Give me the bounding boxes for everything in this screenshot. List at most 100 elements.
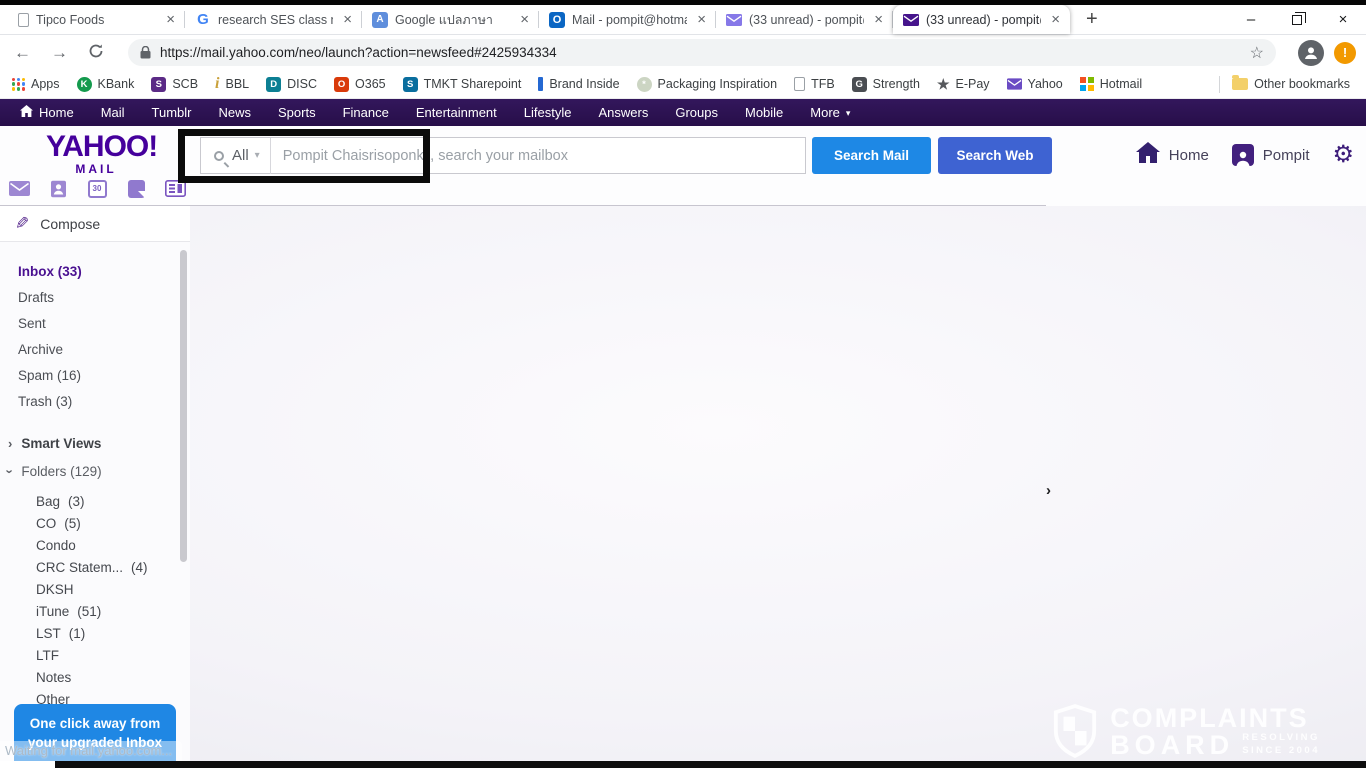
- browser-tab-google[interactable]: AGoogle แปลภาษา×: [362, 5, 539, 34]
- expand-pane-chevron-icon[interactable]: ›: [1046, 482, 1051, 499]
- close-tab-icon[interactable]: ×: [163, 11, 178, 28]
- nav-item-finance[interactable]: Finance: [343, 105, 389, 120]
- search-input[interactable]: [271, 138, 805, 173]
- folder-ltf[interactable]: LTF: [0, 644, 190, 666]
- close-window-button[interactable]: ×: [1320, 5, 1366, 34]
- address-bar[interactable]: https://mail.yahoo.com/neo/launch?action…: [128, 39, 1276, 66]
- nav-item-label: Tumblr: [152, 105, 192, 120]
- folder-co[interactable]: CO(5): [0, 512, 190, 534]
- chevron-down-icon[interactable]: ▾: [255, 150, 260, 161]
- browser-tab-33-unread-pompit[interactable]: (33 unread) - pompit@×: [893, 5, 1070, 34]
- bookmark-yahoo[interactable]: Yahoo: [1007, 77, 1063, 92]
- folder-lst[interactable]: LST(1): [0, 622, 190, 644]
- nav-item-news[interactable]: News: [219, 105, 252, 120]
- sidebar-item-trash-3[interactable]: Trash (3): [0, 388, 190, 414]
- other-bookmarks[interactable]: Other bookmarks: [1232, 77, 1350, 91]
- bookmark-disc[interactable]: DDISC: [266, 77, 317, 92]
- nav-item-answers[interactable]: Answers: [598, 105, 648, 120]
- close-tab-icon[interactable]: ×: [871, 11, 886, 28]
- update-alert-badge[interactable]: !: [1334, 42, 1356, 64]
- search-mail-button[interactable]: Search Mail: [812, 137, 931, 174]
- profile-avatar[interactable]: [1298, 40, 1324, 66]
- sidebar-item-sent[interactable]: Sent: [0, 310, 190, 336]
- nav-item-groups[interactable]: Groups: [675, 105, 718, 120]
- profile-icon[interactable]: [1232, 144, 1254, 166]
- google-icon: G: [195, 12, 211, 28]
- sidebar-item-inbox-33[interactable]: Inbox (33): [0, 258, 190, 284]
- nav-item-sports[interactable]: Sports: [278, 105, 316, 120]
- restore-button[interactable]: [1274, 5, 1320, 34]
- nav-item-mail[interactable]: Mail: [101, 105, 125, 120]
- url-text[interactable]: https://mail.yahoo.com/neo/launch?action…: [160, 45, 1250, 60]
- nav-item-tumblr[interactable]: Tumblr: [152, 105, 192, 120]
- close-tab-icon[interactable]: ×: [517, 11, 532, 28]
- bookmark-label: BBL: [226, 77, 250, 91]
- browser-tab-33-unread-pompit[interactable]: (33 unread) - pompit@×: [716, 5, 893, 34]
- contacts-icon[interactable]: [47, 179, 69, 198]
- folder-itune[interactable]: iTune(51): [0, 600, 190, 622]
- bookmark-label: TMKT Sharepoint: [424, 77, 522, 91]
- search-icon: [214, 151, 224, 161]
- sidebar-item-archive[interactable]: Archive: [0, 336, 190, 362]
- bookmark-star-icon[interactable]: ☆: [1250, 43, 1264, 63]
- forward-icon[interactable]: →: [51, 44, 68, 61]
- bookmark-e-pay[interactable]: ★E-Pay: [937, 77, 990, 91]
- account-name[interactable]: Pompit: [1263, 147, 1310, 164]
- close-tab-icon[interactable]: ×: [1048, 11, 1063, 28]
- bookmark-bbl[interactable]: iBBL: [215, 76, 249, 92]
- yahoo-mail-logo[interactable]: YAHOO! MAIL: [46, 132, 146, 175]
- browser-status-text: Waiting for mail.yahoo.com...: [0, 741, 182, 761]
- bookmark-hotmail[interactable]: Hotmail: [1080, 77, 1142, 91]
- nav-item-more[interactable]: More▾: [810, 105, 850, 120]
- search-filter-dropdown[interactable]: All: [232, 147, 249, 164]
- close-tab-icon[interactable]: ×: [694, 11, 709, 28]
- reload-icon[interactable]: [88, 43, 104, 62]
- mail-icon[interactable]: [8, 179, 30, 198]
- bookmark-apps[interactable]: Apps: [12, 77, 60, 91]
- tab-strip: Tipco Foods×Gresearch SES class mea×AGoo…: [0, 5, 1366, 35]
- promo-line-1: One click away from: [30, 714, 161, 733]
- browser-tab-mail-pompit-hotmai[interactable]: OMail - pompit@hotmai×: [539, 5, 716, 34]
- nav-item-mobile[interactable]: Mobile: [745, 105, 783, 120]
- compose-button[interactable]: ✎ Compose: [0, 206, 190, 242]
- bookmark-kbank[interactable]: KKBank: [77, 77, 135, 92]
- nav-item-home[interactable]: Home: [20, 105, 74, 120]
- settings-gear-icon[interactable]: ⚙: [1332, 143, 1354, 167]
- sidebar-scrollbar-thumb[interactable]: [180, 250, 187, 562]
- bookmark-strength[interactable]: GStrength: [852, 77, 920, 92]
- browser-tab-research-ses-class-mea[interactable]: Gresearch SES class mea×: [185, 5, 362, 34]
- minimize-button[interactable]: –: [1228, 5, 1274, 34]
- bookmark-o365[interactable]: OO365: [334, 77, 386, 92]
- sidebar-item-spam-16[interactable]: Spam (16): [0, 362, 190, 388]
- back-icon[interactable]: ←: [14, 44, 31, 61]
- folder-notes[interactable]: Notes: [0, 666, 190, 688]
- browser-tab-tipco-foods[interactable]: Tipco Foods×: [8, 5, 185, 34]
- folder-bag[interactable]: Bag(3): [0, 490, 190, 512]
- news-feed-icon[interactable]: [164, 179, 186, 198]
- search-web-button[interactable]: Search Web: [938, 137, 1052, 174]
- bookmark-packaging-inspiration[interactable]: *Packaging Inspiration: [637, 77, 778, 92]
- sidebar-item-smart-views[interactable]: › Smart Views: [0, 430, 190, 456]
- folder-dksh[interactable]: DKSH: [0, 578, 190, 600]
- sidebar-item-drafts[interactable]: Drafts: [0, 284, 190, 310]
- custom-folders-list: Bag(3)CO(5)CondoCRC Statem...(4)DKSHiTun…: [0, 490, 190, 732]
- folder-name: iTune: [36, 604, 69, 619]
- calendar-icon[interactable]: 30: [86, 179, 108, 198]
- close-tab-icon[interactable]: ×: [340, 11, 355, 28]
- bookmark-tfb[interactable]: TFB: [794, 77, 835, 91]
- nav-item-entertainment[interactable]: Entertainment: [416, 105, 497, 120]
- folder-crc-statem[interactable]: CRC Statem...(4): [0, 556, 190, 578]
- bookmark-tmkt-sharepoint[interactable]: STMKT Sharepoint: [403, 77, 522, 92]
- mail-logo-text: MAIL: [46, 163, 146, 175]
- watermark-title-1: COMPLAINTS: [1110, 705, 1320, 732]
- home-icon[interactable]: [1136, 142, 1160, 168]
- home-link[interactable]: Home: [1169, 147, 1209, 164]
- new-tab-button[interactable]: +: [1080, 8, 1104, 31]
- nav-item-lifestyle[interactable]: Lifestyle: [524, 105, 572, 120]
- sidebar-item-folders[interactable]: › Folders (129): [0, 458, 190, 484]
- folder-condo[interactable]: Condo: [0, 534, 190, 556]
- bookmark-scb[interactable]: SSCB: [151, 77, 198, 92]
- bookmark-label: TFB: [811, 77, 835, 91]
- notepad-icon[interactable]: [125, 179, 147, 198]
- bookmark-brand-inside[interactable]: Brand Inside: [538, 77, 619, 91]
